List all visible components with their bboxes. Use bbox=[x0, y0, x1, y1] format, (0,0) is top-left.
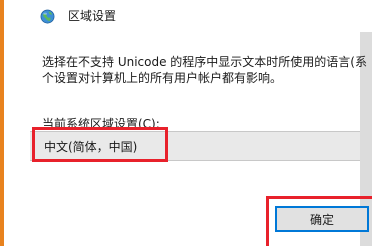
window-edge-accent bbox=[0, 0, 4, 246]
description-text: 选择在不支持 Unicode 的程序中显示文本时所使用的语言(系 个设置对计算机… bbox=[42, 54, 372, 86]
description-line-1: 选择在不支持 Unicode 的程序中显示文本时所使用的语言(系 bbox=[42, 55, 367, 69]
region-settings-dialog: 区域设置 选择在不支持 Unicode 的程序中显示文本时所使用的语言(系 个设… bbox=[0, 0, 372, 246]
dialog-title: 区域设置 bbox=[68, 9, 117, 23]
title-bar: 区域设置 bbox=[4, 0, 372, 32]
globe-icon bbox=[40, 9, 55, 24]
description-line-2: 个设置对计算机上的所有用户帐户都有影响。 bbox=[42, 71, 283, 85]
ok-button[interactable]: 确定 bbox=[275, 206, 369, 232]
locale-highlight-box bbox=[32, 127, 168, 162]
